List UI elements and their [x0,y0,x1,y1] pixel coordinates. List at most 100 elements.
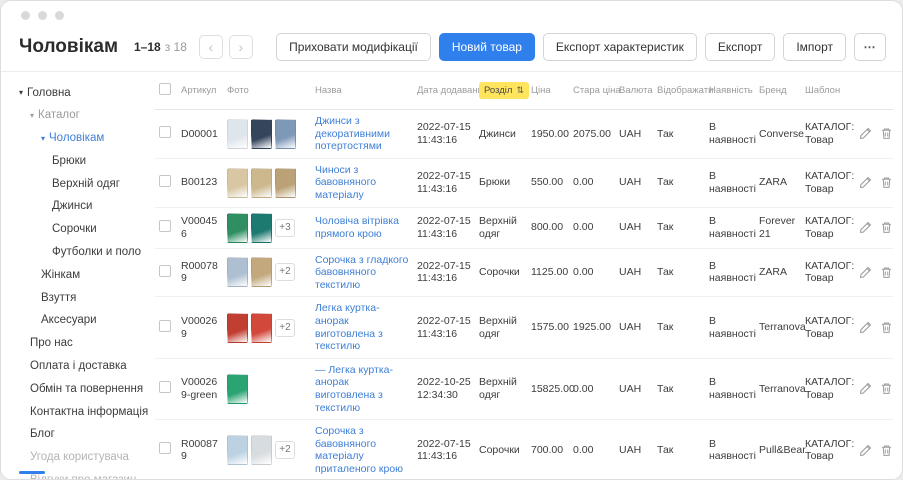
column-header-currency[interactable]: Валюта [615,72,653,110]
template-line: Товар [805,389,851,402]
sidebar-item-women[interactable]: Жінкам [17,264,151,287]
delete-icon[interactable] [880,444,893,457]
sidebar-item-shoes[interactable]: Взуття [17,287,151,310]
edit-icon[interactable] [859,127,872,140]
product-name-link[interactable]: — Легка куртка-анорак виготовлена з текс… [315,364,409,414]
row-checkbox[interactable] [159,126,171,138]
column-header-old_price[interactable]: Стара ціна [569,72,615,110]
column-header-photo[interactable]: Фото [223,72,311,110]
actions-cell [855,420,893,479]
chevron-down-icon[interactable]: ▾ [19,89,23,97]
product-photo[interactable] [251,435,272,465]
edit-icon[interactable] [859,176,872,189]
row-checkbox[interactable] [159,265,171,277]
more-photos-badge[interactable]: +2 [275,441,295,459]
product-name-link[interactable]: Сорочка з гладкого бавовняного текстилю [315,254,409,292]
product-photo[interactable] [275,168,296,198]
more-photos-badge[interactable]: +2 [275,319,295,337]
row-checkbox[interactable] [159,220,171,232]
row-checkbox[interactable] [159,320,171,332]
delete-icon[interactable] [880,127,893,140]
window-control-dot[interactable] [21,11,30,20]
column-header-price[interactable]: Ціна [527,72,569,110]
chevron-down-icon[interactable]: ▾ [30,112,34,120]
new-product-button[interactable]: Новий товар [439,33,535,61]
window-control-dot[interactable] [38,11,47,20]
edit-icon[interactable] [859,266,872,279]
pagination-next-button[interactable]: › [229,35,253,59]
sidebar-item-tshirts-polo[interactable]: Футболки и поло [17,242,151,265]
import-button[interactable]: Імпорт [783,33,846,61]
product-photo[interactable] [251,257,272,287]
product-photo[interactable] [227,168,248,198]
sidebar-item-payment-delivery[interactable]: Оплата і доставка [17,356,151,379]
product-name-link[interactable]: Сорочка з бавовняного матеріалу притален… [315,425,409,475]
sidebar-item-catalog[interactable]: ▾Каталог [17,105,151,128]
sidebar-item-about[interactable]: Про нас [17,333,151,356]
sidebar-item-exchange-return[interactable]: Обмін та повернення [17,378,151,401]
product-photo[interactable] [251,168,272,198]
delete-icon[interactable] [880,382,893,395]
row-checkbox[interactable] [159,442,171,454]
column-header-date[interactable]: Дата додавання [413,72,475,110]
sorted-column-chip[interactable]: Розділ⇅ [479,82,529,99]
column-header-brand[interactable]: Бренд [755,72,801,110]
product-name-link[interactable]: Легка куртка-анорак виготовлена з тексти… [315,302,409,352]
sidebar-item-blog[interactable]: Блог [17,424,151,447]
sidebar-item-jeans[interactable]: Джинси [17,196,151,219]
product-photo[interactable] [227,213,248,243]
sidebar-item-contact-info[interactable]: Контактна інформація [17,401,151,424]
column-header-section[interactable]: Розділ⇅ [475,72,527,110]
product-photo[interactable] [227,313,248,343]
more-photos-badge[interactable]: +3 [275,219,295,237]
product-name-link[interactable]: Чоловіча вітрівка прямого крою [315,215,409,240]
table-header-row: АртикулФотоНазваДата додаванняРозділ⇅Цін… [155,72,893,110]
product-photo[interactable] [251,213,272,243]
column-header-sku[interactable]: Артикул [177,72,223,110]
sidebar-item-home[interactable]: ▾Головна [17,82,151,105]
pagination-prev-button[interactable]: ‹ [199,35,223,59]
delete-icon[interactable] [880,221,893,234]
more-photos-badge[interactable]: +2 [275,263,295,281]
export-characteristics-button[interactable]: Експорт характеристик [543,33,697,61]
edit-icon[interactable] [859,444,872,457]
column-header-name[interactable]: Назва [311,72,413,110]
row-checkbox[interactable] [159,381,171,393]
sidebar-item-pants[interactable]: Брюки [17,150,151,173]
delete-icon[interactable] [880,176,893,189]
sidebar-item-user-agreement[interactable]: Угода користувача [17,447,151,470]
edit-icon[interactable] [859,221,872,234]
product-photo[interactable] [275,119,296,149]
product-photo[interactable] [251,313,272,343]
pagination-total: з 18 [165,40,187,54]
sidebar-item-accessories[interactable]: Аксесуари [17,310,151,333]
row-checkbox[interactable] [159,175,171,187]
delete-icon[interactable] [880,321,893,334]
chevron-down-icon[interactable]: ▾ [41,135,45,143]
product-photo[interactable] [227,374,248,404]
product-photo[interactable] [227,119,248,149]
column-header-availability[interactable]: Наявність [705,72,755,110]
product-photo[interactable] [227,257,248,287]
edit-icon[interactable] [859,382,872,395]
select-all-checkbox[interactable] [159,83,171,95]
more-actions-button[interactable]: ⋯ [854,33,886,61]
sort-icon[interactable]: ⇅ [516,85,524,96]
sidebar-item-outerwear[interactable]: Верхній одяг [17,173,151,196]
date-added: 2022-10-25 [417,376,471,389]
export-button[interactable]: Експорт [705,33,775,61]
product-name-link[interactable]: Джинси з декоративними потертостями [315,115,409,153]
product-photo[interactable] [251,119,272,149]
column-header-template[interactable]: Шаблон [801,72,855,110]
column-header-actions [855,72,893,110]
window-control-dot[interactable] [55,11,64,20]
product-photo[interactable] [227,435,248,465]
sidebar-item-shirts[interactable]: Сорочки [17,219,151,242]
sidebar-item-men[interactable]: ▾Чоловікам [17,128,151,151]
photo-thumbnails [227,374,307,404]
hide-modifications-button[interactable]: Приховати модифікації [276,33,431,61]
edit-icon[interactable] [859,321,872,334]
product-name-link[interactable]: Чиноси з бавовняного матеріалу [315,164,409,202]
delete-icon[interactable] [880,266,893,279]
column-header-display[interactable]: Відображати [653,72,705,110]
